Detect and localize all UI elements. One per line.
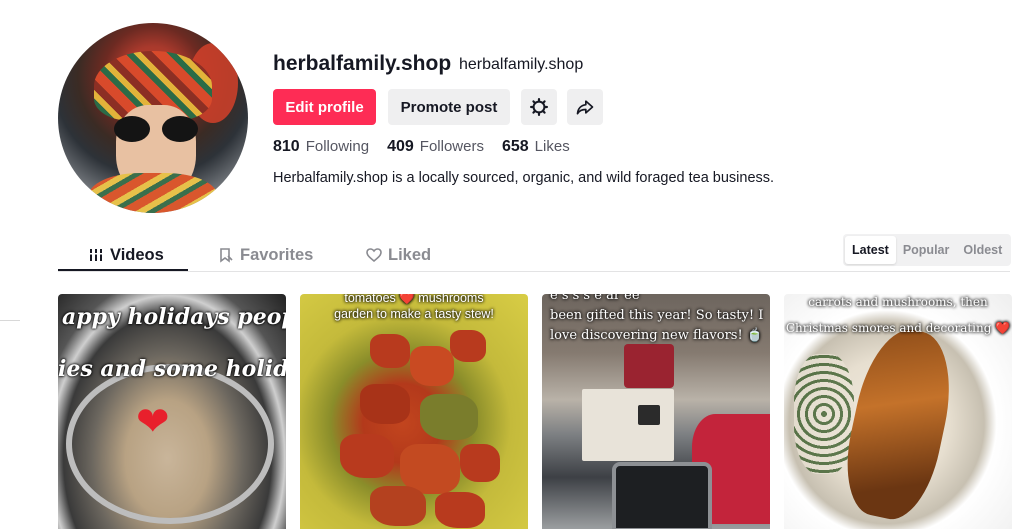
stat-followers[interactable]: 409 Followers bbox=[387, 138, 484, 156]
video-caption: been gifted this year! So tasty! I bbox=[550, 308, 764, 323]
stat-likes: 658 Likes bbox=[502, 138, 570, 156]
video-caption: carrots and mushrooms, then bbox=[808, 295, 988, 309]
video-caption: love discovering new flavors! 🍵 bbox=[550, 328, 763, 343]
sort-option-latest[interactable]: Latest bbox=[845, 236, 896, 264]
stat-following[interactable]: 810 Following bbox=[273, 138, 369, 156]
stat-label: Followers bbox=[419, 138, 484, 155]
stat-label: Following bbox=[305, 138, 370, 155]
video-caption: tomatoes ❤️ mushrooms bbox=[344, 294, 484, 305]
rice-herbs bbox=[794, 354, 854, 474]
promote-post-button[interactable]: Promote post bbox=[388, 89, 510, 125]
settings-button[interactable] bbox=[521, 89, 557, 125]
tea-box bbox=[582, 389, 674, 461]
roast-chicken bbox=[835, 321, 963, 527]
video-card[interactable]: ❤ appy holidays peopl ies and some holid… bbox=[58, 294, 286, 529]
tab-label: Favorites bbox=[240, 245, 314, 264]
video-card[interactable]: e s s s e ar ee been gifted this year! S… bbox=[542, 294, 770, 529]
tab-favorites[interactable]: Favorites bbox=[218, 238, 313, 272]
video-caption: e s s s e ar ee bbox=[550, 294, 640, 303]
tab-label: Liked bbox=[388, 245, 432, 264]
profile-nickname: herbalfamily.shop bbox=[459, 56, 584, 73]
heart-icon: ❤ bbox=[136, 400, 170, 444]
grid-bars-icon bbox=[89, 249, 103, 261]
avatar-sunglasses bbox=[114, 116, 198, 142]
divider bbox=[0, 320, 20, 321]
avatar-scarf bbox=[88, 173, 218, 213]
heart-outline-icon bbox=[366, 248, 382, 263]
tab-label: Videos bbox=[110, 245, 164, 264]
gear-icon bbox=[530, 98, 548, 116]
stat-value: 658 bbox=[501, 138, 529, 155]
stat-value: 409 bbox=[387, 138, 414, 155]
stat-value: 810 bbox=[273, 138, 300, 155]
stat-label: Likes bbox=[534, 138, 570, 155]
mug bbox=[612, 462, 712, 529]
video-thumbnail-pot bbox=[66, 364, 274, 524]
bookmark-icon bbox=[220, 248, 233, 263]
share-arrow-icon bbox=[576, 100, 594, 115]
video-card[interactable]: tomatoes ❤️ mushrooms garden to make a t… bbox=[300, 294, 528, 529]
profile-username: herbalfamily.shop bbox=[273, 52, 452, 75]
sort-option-popular[interactable]: Popular bbox=[896, 236, 957, 264]
video-caption: garden to make a tasty stew! bbox=[334, 307, 494, 321]
video-card[interactable]: carrots and mushrooms, then Christmas sm… bbox=[784, 294, 1012, 529]
video-caption: ies and some holida bbox=[58, 356, 286, 382]
sort-selector: Latest Popular Oldest bbox=[843, 234, 1011, 266]
profile-avatar[interactable] bbox=[58, 23, 248, 213]
edit-profile-button[interactable]: Edit profile bbox=[273, 89, 376, 125]
video-caption: Christmas smores and decorating ❤️ bbox=[785, 321, 1011, 335]
video-caption: appy holidays peopl bbox=[62, 304, 286, 330]
active-tab-indicator bbox=[58, 269, 188, 271]
sort-option-oldest[interactable]: Oldest bbox=[956, 236, 1009, 264]
tab-videos[interactable]: Videos bbox=[88, 238, 164, 272]
share-button[interactable] bbox=[567, 89, 603, 125]
profile-bio: Herbalfamily.shop is a locally sourced, … bbox=[273, 170, 775, 186]
tab-liked[interactable]: Liked bbox=[366, 238, 431, 272]
tea-tin bbox=[624, 344, 674, 388]
profile-stats: 810 Following 409 Followers 658 Likes bbox=[273, 138, 588, 156]
